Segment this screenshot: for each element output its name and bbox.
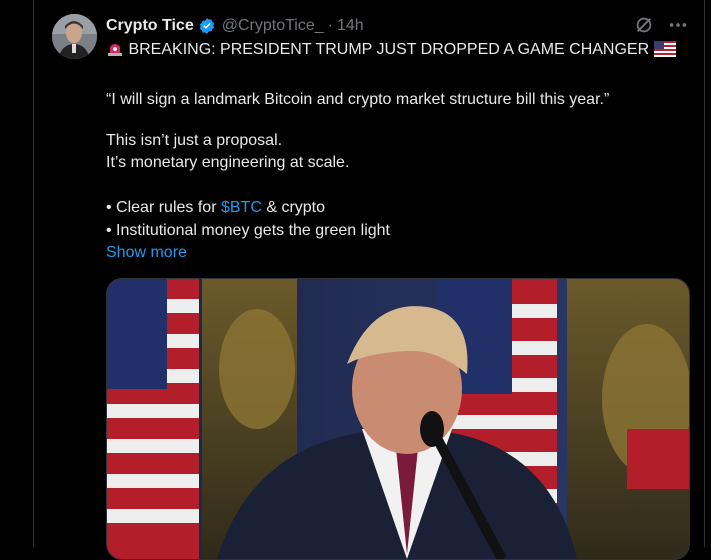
tweet-bullet-clear-rules: • Clear rules for $BTC & crypto (106, 197, 325, 219)
bullet1-suffix: & crypto (261, 199, 326, 216)
separator-dot: · (327, 17, 333, 34)
us-flag-emoji-icon (653, 41, 676, 64)
cashtag-btc[interactable]: $BTC (221, 199, 262, 216)
tweet-line-proposal: This isn’t just a proposal. (106, 132, 283, 149)
show-more-link[interactable]: Show more (106, 242, 187, 264)
tweet-bullet-institutional: • Institutional money gets the green lig… (106, 222, 390, 239)
headline-text: BREAKING: PRESIDENT TRUMP JUST DROPPED A… (128, 41, 650, 58)
avatar[interactable] (52, 14, 97, 59)
more-icon[interactable] (667, 14, 689, 36)
siren-emoji-icon (106, 39, 124, 64)
timeline-left-border (33, 0, 34, 547)
tweet-line-engineering: It’s monetary engineering at scale. (106, 154, 350, 171)
tweet-header: Crypto Tice @CryptoTice_ · 14h (106, 15, 364, 37)
bullet1-prefix: • Clear rules for (106, 199, 221, 216)
verified-badge-icon (198, 17, 216, 35)
grok-icon[interactable] (633, 14, 655, 36)
tweet-headline: BREAKING: PRESIDENT TRUMP JUST DROPPED A… (106, 39, 676, 64)
tweet-video[interactable] (106, 278, 690, 560)
tweet-quote: “I will sign a landmark Bitcoin and cryp… (106, 91, 610, 108)
top-actions (633, 14, 689, 36)
display-name[interactable]: Crypto Tice (106, 17, 194, 35)
timeline-right-border (704, 0, 705, 547)
timestamp[interactable]: 14h (337, 17, 364, 35)
handle[interactable]: @CryptoTice_ (222, 17, 324, 35)
